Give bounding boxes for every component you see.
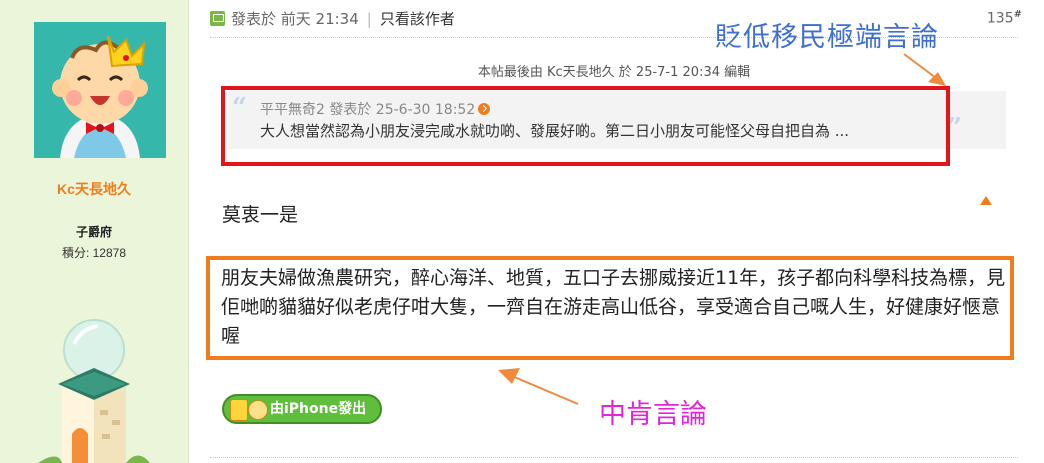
scroll-top-icon[interactable] xyxy=(980,196,992,205)
floor-number-mark: # xyxy=(1013,9,1022,20)
footer-divider xyxy=(210,457,1018,458)
post-time: 發表於 前天 21:34 xyxy=(231,10,359,28)
annotation-arrow-icon xyxy=(498,368,579,405)
short-reply: 莫衷一是 xyxy=(222,204,299,226)
mascot-icon xyxy=(248,400,268,420)
device-badge[interactable]: 由iPhone發出 xyxy=(222,394,382,424)
post-body: 朋友夫婦做漁農研究，醉心海洋、地質，五口子去挪威接近11年，孩子都向科學科技為標… xyxy=(221,267,1006,347)
device-badge-label: 由iPhone發出 xyxy=(270,401,367,417)
username[interactable]: Kc天長地久 xyxy=(0,179,188,199)
post-header: 發表於 前天 21:34 | 只看該作者 xyxy=(210,8,455,30)
annotation-bottom: 中肯言論 xyxy=(599,399,707,430)
floor-number-value: 135 xyxy=(986,10,1014,27)
iphone-icon xyxy=(230,399,248,421)
annotation-box-quote xyxy=(221,86,950,166)
edit-note: 本帖最後由 Kc天長地久 於 25-7-1 20:34 編輯 xyxy=(477,65,751,80)
annotation-top: 貶低移民極端言論 xyxy=(715,22,939,53)
separator: | xyxy=(366,10,372,28)
user-points: 積分: 12878 xyxy=(61,246,127,260)
avatar[interactable] xyxy=(34,22,166,158)
user-panel: Kc天長地久 子爵府 積分: 12878 xyxy=(0,0,189,463)
post-icon xyxy=(210,11,225,26)
baby-king-avatar-icon xyxy=(34,22,166,158)
user-rank: 子爵府 xyxy=(75,225,112,239)
floor-number[interactable]: 135# xyxy=(987,9,1022,27)
rank-medal-icon xyxy=(38,310,150,463)
only-author-link[interactable]: 只看該作者 xyxy=(380,10,455,28)
